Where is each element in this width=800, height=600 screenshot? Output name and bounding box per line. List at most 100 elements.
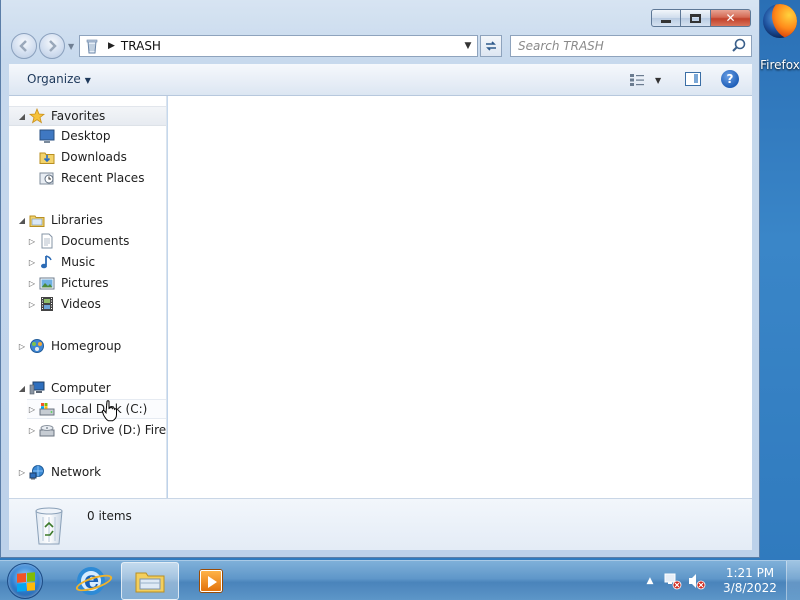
recycle-bin-icon bbox=[84, 38, 100, 54]
nav-item-desktop[interactable]: Desktop bbox=[37, 126, 111, 146]
search-input[interactable] bbox=[511, 37, 729, 55]
desktop-icon-firefox[interactable]: Firefox bbox=[756, 4, 800, 72]
maximize-button[interactable] bbox=[681, 9, 711, 27]
details-view-icon bbox=[630, 74, 644, 86]
taskbar: ▲ 1:21 PM 3/8/2022 bbox=[0, 560, 800, 600]
taskbar-media-player[interactable] bbox=[182, 562, 240, 600]
computer-icon bbox=[29, 380, 45, 396]
expand-icon[interactable]: ▷ bbox=[27, 300, 37, 309]
nav-libraries[interactable]: ◢ Libraries bbox=[17, 210, 103, 230]
clock[interactable]: 1:21 PM 3/8/2022 bbox=[718, 566, 782, 596]
forward-button[interactable] bbox=[39, 33, 65, 59]
nav-item-local-disk[interactable]: ▷ Local Disk (C:) bbox=[27, 399, 166, 419]
breadcrumb-trash[interactable]: TRASH bbox=[121, 39, 459, 53]
minimize-icon bbox=[661, 19, 671, 23]
breadcrumb-chevron-icon[interactable]: ▶ bbox=[108, 41, 115, 51]
network-icon bbox=[29, 464, 45, 480]
items-count: 0 items bbox=[87, 509, 132, 523]
nav-item-label: Libraries bbox=[51, 213, 103, 227]
nav-item-label: Music bbox=[61, 255, 96, 269]
show-desktop-button[interactable] bbox=[786, 561, 800, 600]
windows-logo-icon bbox=[17, 572, 35, 592]
collapse-icon[interactable]: ◢ bbox=[17, 112, 27, 121]
address-dropdown-icon[interactable]: ▼ bbox=[459, 41, 477, 51]
nav-computer[interactable]: ◢ Computer bbox=[17, 378, 111, 398]
nav-homegroup[interactable]: ▷ Homegroup bbox=[17, 336, 121, 356]
recent-pages-dropdown[interactable]: ▼ bbox=[68, 42, 74, 51]
homegroup-icon bbox=[29, 338, 45, 354]
nav-favorites[interactable]: ◢ Favorites bbox=[9, 106, 166, 126]
chevron-down-icon: ▼ bbox=[84, 76, 91, 85]
expand-icon[interactable]: ▷ bbox=[27, 426, 37, 435]
nav-item-label: Homegroup bbox=[51, 339, 122, 353]
music-note-icon bbox=[39, 254, 55, 270]
show-hidden-icons-icon[interactable]: ▲ bbox=[640, 576, 660, 586]
preview-pane-icon[interactable] bbox=[685, 72, 701, 86]
nav-item-music[interactable]: ▷ Music bbox=[27, 252, 95, 272]
film-strip-icon bbox=[39, 296, 55, 312]
documents-icon bbox=[39, 233, 55, 249]
windows-media-player-icon bbox=[200, 570, 222, 592]
nav-item-label: CD Drive (D:) Firefox bbox=[61, 423, 167, 437]
nav-item-downloads[interactable]: Downloads bbox=[37, 147, 127, 167]
taskbar-windows-explorer[interactable] bbox=[121, 562, 179, 600]
star-icon bbox=[28, 107, 46, 124]
back-button[interactable] bbox=[11, 33, 37, 59]
forward-arrow-icon bbox=[49, 40, 57, 52]
collapse-icon[interactable]: ◢ bbox=[17, 216, 27, 225]
minimize-button[interactable] bbox=[651, 9, 681, 27]
refresh-button[interactable] bbox=[480, 35, 502, 57]
expand-icon[interactable]: ▷ bbox=[17, 468, 27, 477]
pictures-icon bbox=[39, 275, 55, 291]
downloads-folder-icon bbox=[39, 149, 55, 165]
organize-button[interactable]: Organize ▼ bbox=[27, 72, 91, 86]
hand-cursor-icon bbox=[102, 400, 117, 422]
nav-item-cd-drive[interactable]: ▷ CD Drive (D:) Firefox bbox=[27, 420, 167, 440]
recycle-bin-icon bbox=[33, 505, 65, 547]
start-button[interactable] bbox=[7, 563, 43, 599]
clock-date: 3/8/2022 bbox=[723, 581, 777, 595]
internet-explorer-icon bbox=[74, 565, 114, 595]
navigation-pane: ◢ Favorites Desktop Downloads Recent Pla… bbox=[9, 96, 167, 498]
nav-item-documents[interactable]: ▷ Documents bbox=[27, 231, 129, 251]
volume-muted-icon[interactable] bbox=[686, 571, 708, 591]
address-bar[interactable]: ▶ TRASH ▼ bbox=[79, 35, 478, 57]
expand-icon[interactable]: ▷ bbox=[27, 279, 37, 288]
nav-network[interactable]: ▷ Network bbox=[17, 462, 101, 482]
command-bar: Organize ▼ ▼ ? bbox=[9, 64, 752, 96]
nav-item-label: Computer bbox=[51, 381, 111, 395]
back-arrow-icon bbox=[19, 40, 27, 52]
expand-icon[interactable]: ▷ bbox=[17, 342, 27, 351]
nav-item-videos[interactable]: ▷ Videos bbox=[27, 294, 101, 314]
expand-icon[interactable]: ▷ bbox=[27, 237, 37, 246]
system-tray: ▲ bbox=[640, 561, 708, 600]
nav-item-recent-places[interactable]: Recent Places bbox=[37, 168, 144, 188]
organize-label: Organize bbox=[27, 72, 81, 86]
close-icon: ✕ bbox=[725, 11, 736, 25]
firefox-icon bbox=[763, 4, 797, 38]
nav-item-label: Pictures bbox=[61, 276, 109, 290]
windows-explorer-icon bbox=[135, 572, 165, 593]
nav-item-pictures[interactable]: ▷ Pictures bbox=[27, 273, 109, 293]
search-icon[interactable] bbox=[729, 36, 751, 56]
help-icon[interactable]: ? bbox=[721, 70, 739, 88]
collapse-icon[interactable]: ◢ bbox=[17, 384, 27, 393]
local-disk-icon bbox=[39, 401, 55, 417]
expand-icon[interactable]: ▷ bbox=[27, 405, 37, 414]
details-pane: 0 items bbox=[9, 498, 752, 550]
search-box[interactable] bbox=[510, 35, 752, 57]
refresh-icon bbox=[486, 41, 496, 51]
close-button[interactable]: ✕ bbox=[711, 9, 751, 27]
desktop-icon-label: Firefox bbox=[760, 58, 800, 72]
cd-drive-icon bbox=[39, 422, 55, 438]
file-list-area[interactable] bbox=[168, 96, 752, 498]
clock-time: 1:21 PM bbox=[725, 566, 775, 580]
nav-item-label: Videos bbox=[61, 297, 101, 311]
taskbar-internet-explorer[interactable] bbox=[62, 562, 120, 600]
expand-icon[interactable]: ▷ bbox=[27, 258, 37, 267]
maximize-icon bbox=[690, 13, 701, 23]
libraries-icon bbox=[29, 212, 45, 228]
change-view-button[interactable]: ▼ bbox=[629, 71, 667, 89]
nav-item-label: Favorites bbox=[51, 109, 106, 123]
network-status-icon[interactable] bbox=[662, 571, 684, 591]
